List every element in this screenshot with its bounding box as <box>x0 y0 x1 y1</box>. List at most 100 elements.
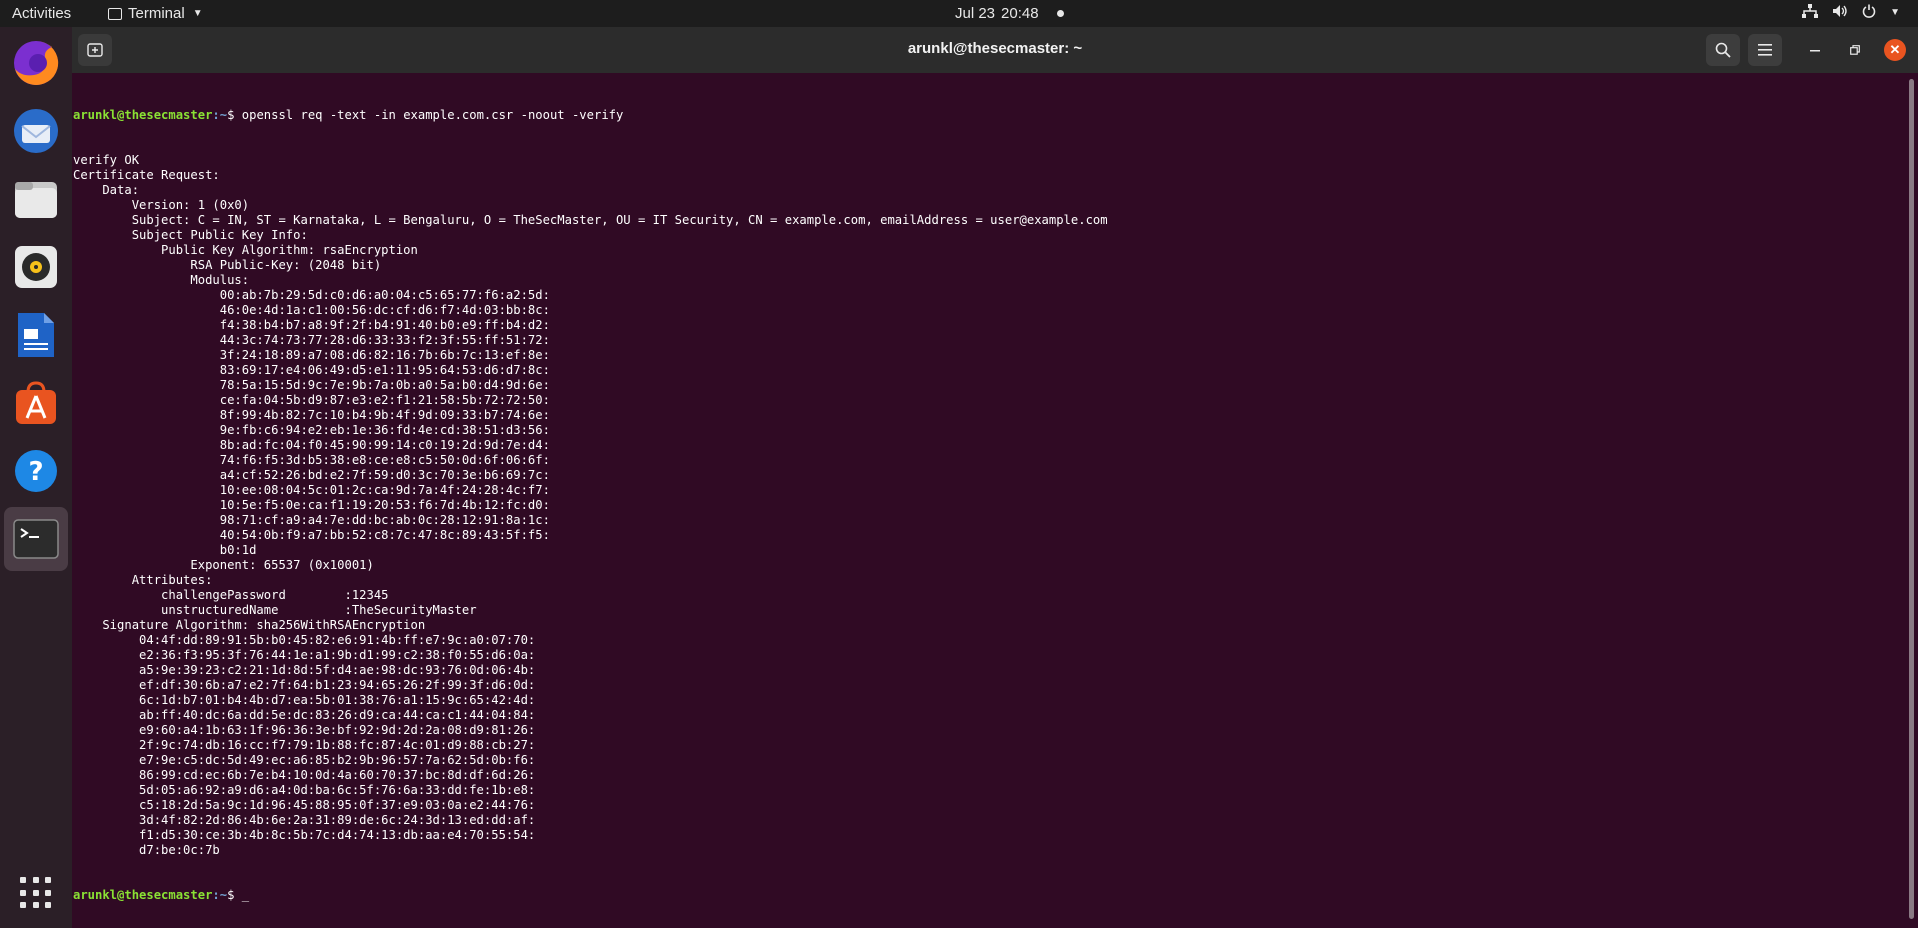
rhythmbox-icon <box>15 246 57 288</box>
chevron-down-icon: ▼ <box>1890 7 1900 18</box>
terminal-window: arunkl@thesecmaster: ~ ✕ arunkl@thesecma… <box>72 27 1918 928</box>
terminal-line: 98:71:cf:a9:a4:7e:dd:bc:ab:0c:28:12:91:8… <box>73 513 550 527</box>
terminal-line: 04:4f:dd:89:91:5b:b0:45:82:e6:91:4b:ff:e… <box>73 633 536 647</box>
terminal-line: 8b:ad:fc:04:f0:45:90:99:14:c0:19:2d:9d:7… <box>73 438 550 452</box>
terminal-line: 86:99:cd:ec:6b:7e:b4:10:0d:4a:60:70:37:b… <box>73 768 536 782</box>
terminal-line: e2:36:f3:95:3f:76:44:1e:a1:9b:d1:99:c2:3… <box>73 648 536 662</box>
terminal-line: 40:54:0b:f9:a7:bb:52:c8:7c:47:8c:89:43:5… <box>73 528 550 542</box>
search-button[interactable] <box>1706 34 1740 66</box>
prompt-user: arunkl@thesecmaster <box>73 888 213 902</box>
terminal-line: ef:df:30:6b:a7:e2:7f:64:b1:23:94:65:26:2… <box>73 678 536 692</box>
terminal-line: Exponent: 65537 (0x10001) <box>73 558 374 572</box>
terminal-line: c5:18:2d:5a:9c:1d:96:45:88:95:0f:37:e9:0… <box>73 798 536 812</box>
menu-button[interactable] <box>1748 34 1782 66</box>
dock-files[interactable] <box>10 173 62 225</box>
terminal-line: ab:ff:40:dc:6a:dd:5e:dc:83:26:d9:ca:44:c… <box>73 708 536 722</box>
terminal-line: 8f:99:4b:82:7c:10:b4:9b:4f:9d:09:33:b7:7… <box>73 408 550 422</box>
terminal-line: 10:5e:f5:0e:ca:f1:19:20:53:f6:7d:4b:12:f… <box>73 498 550 512</box>
command-text: $ openssl req -text -in example.com.csr … <box>227 108 624 122</box>
window-title: arunkl@thesecmaster: ~ <box>907 40 1083 57</box>
dock-rhythmbox[interactable] <box>10 241 62 293</box>
terminal-line: verify OK <box>73 153 140 167</box>
title-bar[interactable]: arunkl@thesecmaster: ~ ✕ <box>72 27 1918 73</box>
app-menu[interactable]: Terminal ▼ <box>108 5 203 22</box>
terminal-line: 00:ab:7b:29:5d:c0:d6:a0:04:c5:65:77:f6:a… <box>73 288 550 302</box>
terminal-line: 83:69:17:e4:06:49:d5:e1:11:95:64:53:d6:d… <box>73 363 550 377</box>
clock-time: 20:48 <box>1001 5 1039 22</box>
terminal-line: Certificate Request: <box>73 168 220 182</box>
power-icon <box>1862 4 1876 21</box>
terminal-line: Data: <box>73 183 140 197</box>
terminal-line: 5d:05:a6:92:a9:d6:a4:0d:ba:6c:5f:76:6a:3… <box>73 783 536 797</box>
terminal-line: Subject: C = IN, ST = Karnataka, L = Ben… <box>73 213 1108 227</box>
close-icon: ✕ <box>1889 42 1901 57</box>
app-menu-label: Terminal <box>128 5 185 22</box>
terminal-line: a5:9e:39:23:c2:21:1d:8d:5f:d4:ae:98:dc:9… <box>73 663 536 677</box>
terminal-line: 3d:4f:82:2d:86:4b:6e:2a:31:89:de:6c:24:3… <box>73 813 536 827</box>
hamburger-menu-icon <box>1758 44 1772 56</box>
dock-help[interactable]: ? <box>10 445 62 497</box>
terminal-line: f1:d5:30:ce:3b:4b:8c:5b:7c:d4:74:13:db:a… <box>73 828 536 842</box>
final-prompt-line: arunkl@thesecmaster:~$ _ <box>73 888 1906 903</box>
terminal-line: 44:3c:74:73:77:28:d6:33:33:f2:3f:55:ff:5… <box>73 333 550 347</box>
terminal-line: f4:38:b4:b7:a8:9f:2f:b4:91:40:b0:e9:ff:b… <box>73 318 550 332</box>
terminal-line: b0:1d <box>73 543 257 557</box>
terminal-line: Attributes: <box>73 573 213 587</box>
terminal-line: Public Key Algorithm: rsaEncryption <box>73 243 418 257</box>
dock-writer[interactable] <box>10 309 62 361</box>
terminal-line: 9e:fb:c6:94:e2:eb:1e:36:fd:4e:cd:38:51:d… <box>73 423 550 437</box>
prompt-path: :~ <box>212 108 228 122</box>
prompt-path: :~ <box>212 888 228 902</box>
terminal-line: 2f:9c:74:db:16:cc:f7:79:1b:88:fc:87:4c:0… <box>73 738 536 752</box>
app-center-icon <box>16 381 56 424</box>
close-button[interactable]: ✕ <box>1884 39 1906 61</box>
maximize-button[interactable] <box>1842 37 1868 63</box>
terminal-line: 78:5a:15:5d:9c:7e:9b:7a:0b:a0:5a:b0:d4:9… <box>73 378 550 392</box>
dock-thunderbird[interactable] <box>10 105 62 157</box>
terminal-line: RSA Public-Key: (2048 bit) <box>73 258 382 272</box>
terminal-app-icon <box>108 7 122 20</box>
writer-icon <box>18 313 54 357</box>
dock-terminal[interactable] <box>4 507 68 571</box>
terminal-line: Signature Algorithm: sha256WithRSAEncryp… <box>73 618 426 632</box>
minimize-icon <box>1810 50 1820 52</box>
firefox-icon <box>14 40 59 85</box>
terminal-output[interactable]: arunkl@thesecmaster:~$ openssl req -text… <box>72 73 1906 928</box>
caret-down-icon: ▼ <box>192 8 203 19</box>
terminal-line: 3f:24:18:89:a7:08:d6:82:16:7b:6b:7c:13:e… <box>73 348 550 362</box>
show-apps-icon[interactable] <box>20 877 52 909</box>
top-bar: Activities Terminal ▼ Jul 23 20:48 ▼ <box>0 0 1918 27</box>
terminal-line: Modulus: <box>73 273 250 287</box>
cursor-prompt: $ _ <box>227 888 250 902</box>
thunderbird-icon <box>14 109 58 153</box>
system-tray[interactable]: ▼ <box>1802 4 1900 21</box>
command-line: arunkl@thesecmaster:~$ openssl req -text… <box>73 108 1906 123</box>
search-icon <box>1715 42 1731 58</box>
clock-date: Jul 23 <box>955 5 996 22</box>
terminal-line: d7:be:0c:7b <box>73 843 220 857</box>
terminal-line: Version: 1 (0x0) <box>73 198 250 212</box>
notification-dot-icon <box>1056 10 1064 17</box>
prompt-user: arunkl@thesecmaster <box>73 108 213 122</box>
terminal-line: e9:60:a4:1b:63:1f:96:36:3e:bf:92:9d:2d:2… <box>73 723 536 737</box>
terminal-icon <box>13 519 59 559</box>
terminal-line: unstructuredName :TheSecurityMaster <box>73 603 477 617</box>
clock[interactable]: Jul 23 20:48 <box>955 5 1064 22</box>
dock-app-center[interactable] <box>10 377 62 429</box>
terminal-line: e7:9e:c5:dc:5d:49:ec:a6:85:b2:9b:96:57:7… <box>73 753 536 767</box>
dock-firefox[interactable] <box>10 37 62 89</box>
terminal-line: ce:fa:04:5b:d9:87:e3:e2:f1:21:58:5b:72:7… <box>73 393 550 407</box>
terminal-line: 46:0e:4d:1a:c1:00:56:dc:cf:d6:f7:4d:03:b… <box>73 303 550 317</box>
restore-icon <box>1850 45 1860 55</box>
scrollbar[interactable] <box>1909 79 1914 919</box>
svg-text:?: ? <box>28 457 43 487</box>
terminal-line: 10:ee:08:04:5c:01:2c:ca:9d:7a:4f:24:28:4… <box>73 483 550 497</box>
dock: ? <box>0 27 72 928</box>
help-icon: ? <box>15 450 57 492</box>
minimize-button[interactable] <box>1802 37 1828 63</box>
volume-icon <box>1832 4 1848 21</box>
terminal-line: a4:cf:52:26:bd:e2:7f:59:d0:3c:70:3e:b6:6… <box>73 468 550 482</box>
terminal-line: 6c:1d:b7:01:b4:4b:d7:ea:5b:01:38:76:a1:1… <box>73 693 536 707</box>
activities-button[interactable]: Activities <box>12 5 71 22</box>
files-icon <box>15 182 57 218</box>
